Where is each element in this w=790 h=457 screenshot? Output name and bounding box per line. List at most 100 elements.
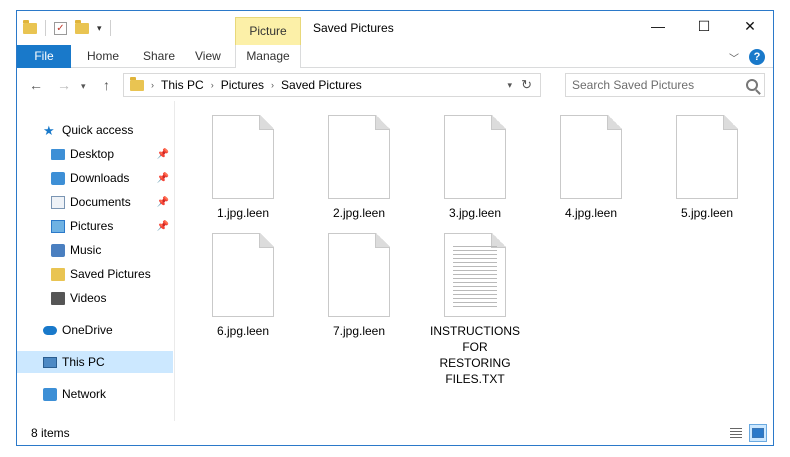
sidebar-item-network[interactable]: Network (17, 383, 173, 405)
tab-file[interactable]: File (17, 45, 71, 68)
sidebar-item-saved-pictures[interactable]: Saved Pictures (17, 263, 173, 285)
file-item[interactable]: 7.jpg.leen (303, 233, 415, 339)
address-bar[interactable]: › This PC › Pictures › Saved Pictures ▾ … (123, 73, 541, 97)
title-bar: ✓ ▾ Picture Tools Saved Pictures — ☐ ✕ (17, 11, 773, 64)
sidebar-item-documents[interactable]: Documents 📌 (17, 191, 173, 213)
file-item[interactable]: 6.jpg.leen (187, 233, 299, 339)
sidebar-item-desktop[interactable]: Desktop 📌 (17, 143, 173, 165)
file-name: 7.jpg.leen (332, 324, 386, 338)
chevron-down-icon[interactable]: ﹀ (729, 50, 739, 65)
file-name: 2.jpg.leen (332, 206, 386, 220)
toolbar-separator (109, 20, 111, 36)
pin-icon[interactable]: 📌 (157, 173, 169, 184)
new-folder-icon[interactable] (75, 19, 89, 34)
large-icons-view-icon (752, 428, 764, 438)
file-name: 3.jpg.leen (448, 206, 502, 220)
customize-toolbar-icon[interactable]: ▾ (97, 23, 102, 34)
chevron-right-icon[interactable]: › (271, 80, 274, 90)
file-icon (328, 233, 390, 317)
text-lines (453, 246, 497, 310)
chevron-right-icon[interactable]: › (151, 80, 154, 90)
file-name: 6.jpg.leen (216, 324, 270, 338)
breadcrumb-pictures[interactable]: Pictures (221, 78, 264, 92)
pin-icon[interactable]: 📌 (157, 197, 169, 208)
sidebar-item-downloads[interactable]: Downloads 📌 (17, 167, 173, 189)
picture-tools-tab: Picture Tools (235, 17, 301, 64)
pin-icon[interactable]: 📌 (157, 221, 169, 232)
videos-icon (51, 291, 65, 305)
star-icon: ★ (43, 122, 55, 138)
large-icons-view-button[interactable] (749, 424, 767, 442)
this-pc-icon (43, 356, 57, 368)
file-item[interactable]: 5.jpg.leen (651, 115, 763, 221)
sidebar-item-label: Network (62, 387, 107, 401)
sidebar-item-onedrive[interactable]: OneDrive (17, 319, 173, 341)
file-item[interactable]: INSTRUCTIONS FOR RESTORING FILES.TXT (419, 233, 531, 387)
search-icon[interactable] (746, 79, 758, 91)
view-switcher (727, 424, 767, 442)
downloads-icon (51, 171, 65, 185)
tab-home[interactable]: Home (87, 45, 119, 68)
sidebar-item-label: Saved Pictures (70, 267, 151, 281)
breadcrumb-saved-pictures[interactable]: Saved Pictures (281, 78, 362, 92)
refresh-icon[interactable]: ↻ (521, 77, 532, 93)
sidebar-item-videos[interactable]: Videos (17, 287, 173, 309)
file-name: INSTRUCTIONS FOR RESTORING FILES.TXT (430, 324, 520, 386)
search-input[interactable]: Search Saved Pictures (565, 73, 765, 97)
window-controls: — ☐ ✕ (635, 11, 773, 41)
chevron-right-icon[interactable]: › (211, 80, 214, 90)
chevron-down-icon[interactable]: ▾ (507, 80, 512, 91)
folder-icon[interactable] (23, 19, 37, 34)
file-item[interactable]: 2.jpg.leen (303, 115, 415, 221)
window-title: Saved Pictures (313, 21, 394, 35)
folder-icon (51, 267, 65, 281)
breadcrumb-this-pc[interactable]: This PC (161, 78, 204, 92)
forward-arrow-icon[interactable]: → (57, 77, 71, 93)
sidebar-item-label: Desktop (70, 147, 115, 161)
sidebar-item-music[interactable]: Music (17, 239, 173, 261)
sidebar-item-label: This PC (62, 355, 105, 369)
quick-access-toolbar: ✓ ▾ (23, 19, 111, 36)
close-button[interactable]: ✕ (727, 11, 773, 41)
ribbon-right: ﹀ ? (729, 49, 765, 65)
sidebar-item-pictures[interactable]: Pictures 📌 (17, 215, 173, 237)
sidebar-item-quick-access[interactable]: ★ Quick access (17, 119, 173, 141)
minimize-button[interactable]: — (635, 11, 681, 41)
sidebar-item-label: Downloads (70, 171, 130, 185)
desktop-icon (51, 148, 65, 160)
sidebar-item-label: Videos (70, 291, 107, 305)
sidebar-item-label: Documents (70, 195, 131, 209)
up-arrow-icon[interactable]: ↑ (103, 77, 110, 93)
file-icon (328, 115, 390, 199)
explorer-window: ✓ ▾ Picture Tools Saved Pictures — ☐ ✕ F… (16, 10, 774, 446)
address-row: ← → ▾ ↑ › This PC › Pictures › Saved Pic… (17, 69, 773, 101)
tab-share[interactable]: Share (143, 45, 175, 68)
toolbar-separator (45, 20, 46, 36)
tab-view[interactable]: View (195, 45, 221, 68)
file-name: 1.jpg.leen (216, 206, 270, 220)
properties-icon[interactable]: ✓ (54, 21, 67, 35)
help-icon[interactable]: ? (749, 49, 765, 65)
recent-locations-icon[interactable]: ▾ (81, 81, 86, 92)
folder-icon (130, 76, 144, 91)
text-file-icon (444, 233, 506, 317)
ribbon-tabs: File Home Share View Manage ﹀ ? (17, 45, 773, 68)
file-icon (560, 115, 622, 199)
file-list: 1.jpg.leen 2.jpg.leen 3.jpg.leen 4.jpg.l… (177, 101, 773, 421)
file-icon (676, 115, 738, 199)
back-arrow-icon[interactable]: ← (29, 77, 43, 93)
tab-manage[interactable]: Manage (235, 45, 301, 68)
music-icon (51, 243, 65, 257)
file-item[interactable]: 1.jpg.leen (187, 115, 299, 221)
details-view-icon (730, 428, 742, 438)
file-icon (212, 233, 274, 317)
documents-icon (51, 195, 65, 209)
details-view-button[interactable] (727, 424, 745, 442)
file-item[interactable]: 3.jpg.leen (419, 115, 531, 221)
file-item[interactable]: 4.jpg.leen (535, 115, 647, 221)
file-name: 5.jpg.leen (680, 206, 734, 220)
onedrive-icon (43, 325, 57, 335)
sidebar-item-this-pc[interactable]: This PC (17, 351, 173, 373)
pin-icon[interactable]: 📌 (157, 149, 169, 160)
maximize-button[interactable]: ☐ (681, 11, 727, 41)
